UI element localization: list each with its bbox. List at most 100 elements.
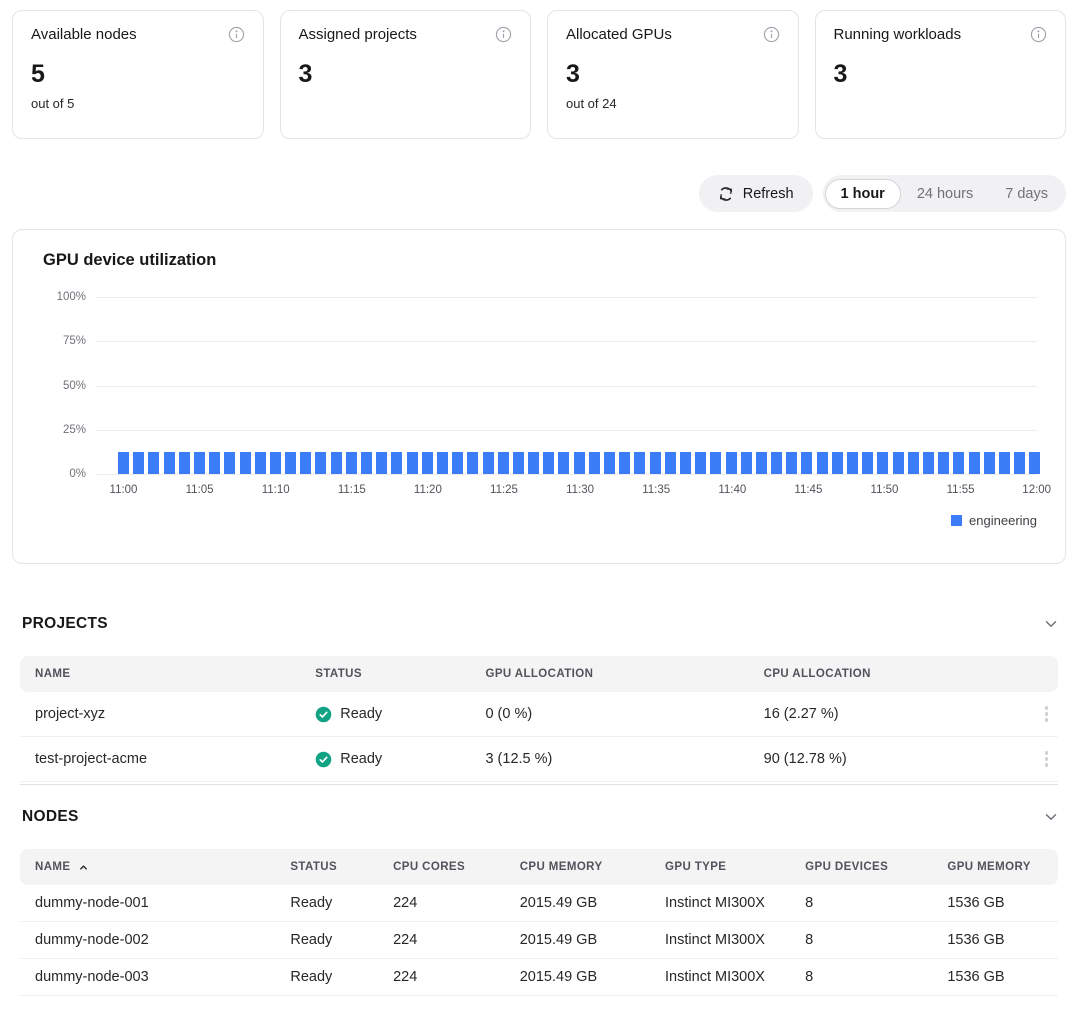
utilization-bar[interactable]	[969, 452, 980, 474]
node-gpu-type: Instinct MI300X	[650, 969, 790, 985]
column-header-gpu-devices[interactable]: GPU DEVICES	[790, 861, 932, 873]
info-icon[interactable]	[228, 26, 245, 43]
status-ready-icon	[315, 751, 332, 768]
utilization-bar[interactable]	[179, 452, 190, 474]
utilization-bar[interactable]	[953, 452, 964, 474]
x-axis-tick-label: 12:00	[1022, 484, 1051, 496]
utilization-bar[interactable]	[513, 452, 524, 474]
utilization-bar[interactable]	[543, 452, 554, 474]
row-actions-menu-icon[interactable]	[1041, 747, 1053, 771]
node-name: dummy-node-003	[20, 969, 275, 985]
utilization-bar[interactable]	[285, 452, 296, 474]
utilization-bar[interactable]	[315, 452, 326, 474]
utilization-bar[interactable]	[133, 452, 144, 474]
utilization-bar[interactable]	[483, 452, 494, 474]
utilization-bar[interactable]	[270, 452, 281, 474]
utilization-bar[interactable]	[498, 452, 509, 474]
utilization-bar[interactable]	[194, 452, 205, 474]
utilization-bar[interactable]	[589, 452, 600, 474]
utilization-bar[interactable]	[877, 452, 888, 474]
table-row-dummy-node-002[interactable]: dummy-node-002 Ready 224 2015.49 GB Inst…	[20, 922, 1058, 959]
column-header-name[interactable]: NAME	[20, 861, 275, 873]
utilization-bar[interactable]	[422, 452, 433, 474]
utilization-bar[interactable]	[148, 452, 159, 474]
utilization-bar[interactable]	[893, 452, 904, 474]
column-header-status[interactable]: STATUS	[300, 668, 470, 680]
gpu-utilization-panel: GPU device utilization 100%75%50%25%0%11…	[12, 229, 1066, 564]
utilization-bar[interactable]	[908, 452, 919, 474]
utilization-bar[interactable]	[801, 452, 812, 474]
utilization-bar[interactable]	[437, 452, 448, 474]
column-header-gpu-type[interactable]: GPU TYPE	[650, 861, 790, 873]
utilization-bar[interactable]	[467, 452, 478, 474]
utilization-bar[interactable]	[984, 452, 995, 474]
utilization-bar[interactable]	[528, 452, 539, 474]
utilization-bar[interactable]	[999, 452, 1010, 474]
table-row-project-xyz[interactable]: project-xyz Ready 0 (0 %) 16 (2.27 %)	[20, 692, 1058, 737]
utilization-bar[interactable]	[710, 452, 721, 474]
column-header-gpu-memory[interactable]: GPU MEMORY	[932, 861, 1058, 873]
utilization-bar[interactable]	[923, 452, 934, 474]
chevron-down-icon[interactable]	[1042, 615, 1060, 633]
utilization-bar[interactable]	[1029, 452, 1040, 474]
utilization-bar[interactable]	[604, 452, 615, 474]
utilization-bar[interactable]	[346, 452, 357, 474]
utilization-bar[interactable]	[574, 452, 585, 474]
info-icon[interactable]	[763, 26, 780, 43]
utilization-bar[interactable]	[756, 452, 767, 474]
utilization-bar[interactable]	[361, 452, 372, 474]
utilization-bar[interactable]	[938, 452, 949, 474]
utilization-bar[interactable]	[331, 452, 342, 474]
card-subtext	[299, 96, 513, 111]
column-header-name[interactable]: NAME	[20, 668, 300, 680]
chart-legend: engineering	[29, 513, 1037, 528]
utilization-bar[interactable]	[376, 452, 387, 474]
time-option-1-hour[interactable]: 1 hour	[825, 179, 901, 209]
table-row-test-project-acme[interactable]: test-project-acme Ready 3 (12.5 %) 90 (1…	[20, 737, 1058, 782]
utilization-bar[interactable]	[558, 452, 569, 474]
node-status: Ready	[275, 969, 378, 985]
chevron-down-icon[interactable]	[1042, 808, 1060, 826]
utilization-bar[interactable]	[695, 452, 706, 474]
column-header-cpu-allocation[interactable]: CPU ALLOCATION	[749, 668, 1021, 680]
chart-title: GPU device utilization	[43, 251, 1049, 270]
utilization-bar[interactable]	[391, 452, 402, 474]
utilization-bar[interactable]	[619, 452, 630, 474]
utilization-bar[interactable]	[300, 452, 311, 474]
time-option-24-hours[interactable]: 24 hours	[901, 179, 989, 209]
utilization-bar[interactable]	[255, 452, 266, 474]
utilization-bar[interactable]	[634, 452, 645, 474]
table-row-dummy-node-001[interactable]: dummy-node-001 Ready 224 2015.49 GB Inst…	[20, 885, 1058, 922]
utilization-bar[interactable]	[164, 452, 175, 474]
utilization-bar[interactable]	[817, 452, 828, 474]
row-actions-menu-icon[interactable]	[1041, 702, 1053, 726]
utilization-bar[interactable]	[771, 452, 782, 474]
info-icon[interactable]	[1030, 26, 1047, 43]
info-icon[interactable]	[495, 26, 512, 43]
utilization-bar[interactable]	[680, 452, 691, 474]
utilization-bar[interactable]	[741, 452, 752, 474]
utilization-bar[interactable]	[1014, 452, 1025, 474]
utilization-bar[interactable]	[862, 452, 873, 474]
utilization-bar[interactable]	[118, 452, 129, 474]
column-header-status[interactable]: STATUS	[275, 861, 378, 873]
refresh-button[interactable]: Refresh	[699, 175, 813, 212]
column-header-cpu-cores[interactable]: CPU CORES	[378, 861, 505, 873]
utilization-bar[interactable]	[452, 452, 463, 474]
column-header-gpu-allocation[interactable]: GPU ALLOCATION	[470, 668, 748, 680]
utilization-bar[interactable]	[650, 452, 661, 474]
y-axis-tick-label: 50%	[63, 380, 86, 392]
utilization-bar[interactable]	[224, 452, 235, 474]
time-option-7-days[interactable]: 7 days	[989, 179, 1064, 209]
table-row-dummy-node-003[interactable]: dummy-node-003 Ready 224 2015.49 GB Inst…	[20, 959, 1058, 996]
utilization-bar[interactable]	[665, 452, 676, 474]
utilization-bar[interactable]	[832, 452, 843, 474]
utilization-bar[interactable]	[786, 452, 797, 474]
column-header-cpu-memory[interactable]: CPU MEMORY	[505, 861, 650, 873]
utilization-bar[interactable]	[240, 452, 251, 474]
utilization-bar[interactable]	[209, 452, 220, 474]
card-allocated-gpus: Allocated GPUs 3 out of 24	[547, 10, 799, 139]
utilization-bar[interactable]	[407, 452, 418, 474]
utilization-bar[interactable]	[847, 452, 858, 474]
utilization-bar[interactable]	[726, 452, 737, 474]
